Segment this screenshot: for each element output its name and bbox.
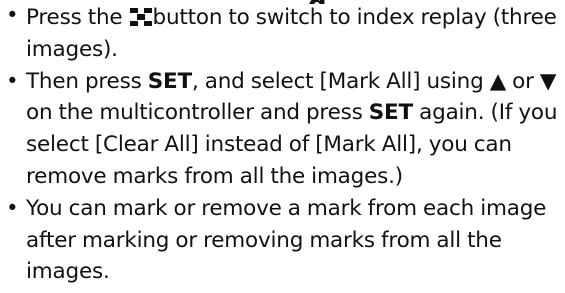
bullet: • — [6, 68, 19, 94]
list-item: • You can mark or remove a mark from eac… — [0, 193, 565, 288]
item-text: Then press — [26, 68, 142, 94]
bullet: • — [6, 3, 19, 28]
item-text: , and select [Mark All] using — [191, 68, 484, 94]
up-arrow-icon: ▲ — [489, 68, 507, 94]
list-item: • Press the button to switch to index re… — [0, 0, 565, 66]
item-text: You can mark or remove a mark from each … — [26, 195, 547, 285]
item-text: on the multicontroller and press — [26, 100, 363, 126]
index-replay-icon — [129, 8, 152, 26]
set-button-label: SET — [368, 100, 413, 126]
down-arrow-icon: ▼ — [539, 68, 557, 94]
item-text: or — [512, 68, 534, 94]
set-button-label: SET — [147, 68, 192, 94]
instruction-list: • Press the button to switch to index re… — [0, 0, 565, 288]
list-item: • Then press SET, and select [Mark All] … — [0, 66, 565, 193]
bullet: • — [6, 195, 19, 221]
item-text: Press the — [26, 5, 123, 30]
